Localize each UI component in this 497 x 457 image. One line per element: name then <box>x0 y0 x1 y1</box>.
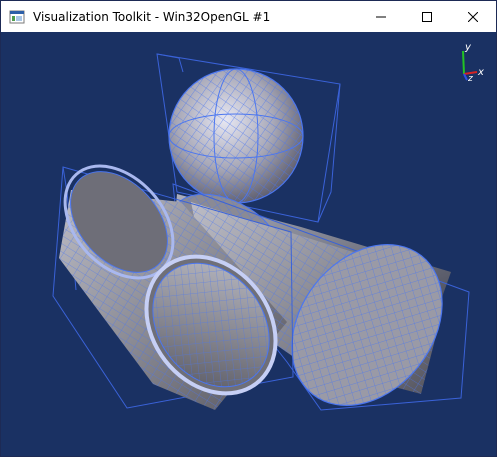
y-axis-line <box>462 50 465 75</box>
window-controls <box>358 1 496 32</box>
vtk-render-window: Visualization Toolkit - Win32OpenGL #1 y… <box>0 0 497 457</box>
sphere-object <box>168 68 304 204</box>
close-icon <box>468 11 478 22</box>
orientation-axes: y x z <box>462 42 484 84</box>
minimize-button[interactable] <box>358 1 404 32</box>
close-button[interactable] <box>450 1 496 32</box>
z-axis-label: z <box>467 74 473 84</box>
maximize-icon <box>422 11 432 22</box>
x-axis-label: x <box>477 67 484 78</box>
window-title: Visualization Toolkit - Win32OpenGL #1 <box>33 9 271 24</box>
vtk-window-icon <box>9 10 25 23</box>
minimize-icon <box>376 16 386 17</box>
maximize-button[interactable] <box>404 1 450 32</box>
z-axis-line <box>463 73 468 81</box>
title-bar[interactable]: Visualization Toolkit - Win32OpenGL #1 <box>1 1 496 32</box>
render-viewport[interactable]: y x z <box>1 32 496 456</box>
y-axis-label: y <box>464 42 472 53</box>
